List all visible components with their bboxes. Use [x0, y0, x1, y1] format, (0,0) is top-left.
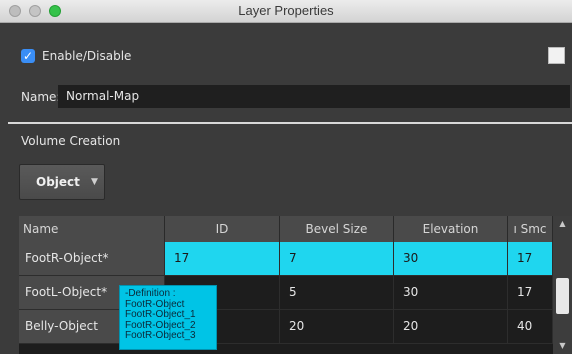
enable-checkbox[interactable]: ✓ [21, 49, 35, 63]
table-cell-bevel-size[interactable]: 7 [280, 242, 394, 276]
volume-mode-dropdown[interactable]: Object ▼ [19, 164, 105, 200]
enable-label: Enable/Disable [42, 49, 132, 63]
volume-creation-label: Volume Creation [21, 134, 121, 148]
window-title: Layer Properties [238, 3, 334, 18]
scroll-up-arrow-icon[interactable]: ▲ [553, 216, 572, 232]
column-header-id[interactable]: ID [165, 216, 280, 242]
definition-tooltip: -Definition : FootR-Object FootR-Object_… [119, 285, 217, 350]
scroll-down-arrow-icon[interactable]: ▼ [553, 338, 572, 354]
column-header-elevation[interactable]: Elevation [394, 216, 508, 242]
dropdown-arrow-icon: ▼ [91, 177, 98, 187]
table-cell-id[interactable]: 17 [165, 242, 280, 276]
table-cell-smooth[interactable]: 17 [508, 242, 553, 276]
title-bar[interactable]: Layer Properties [0, 0, 572, 23]
table-row-name[interactable]: FootR-Object* [19, 242, 165, 276]
column-header-name[interactable]: Name [19, 216, 165, 242]
layer-color-swatch[interactable] [548, 47, 565, 64]
scrollbar-thumb[interactable] [556, 278, 569, 314]
table-cell-elevation[interactable]: 20 [394, 310, 508, 344]
column-header-smooth[interactable]: ı Smc [508, 216, 553, 242]
volume-table: Name ID Bevel Size Elevation ı Smc FootR… [19, 216, 572, 354]
table-cell-smooth[interactable]: 40 [508, 310, 553, 344]
table-cell-bevel-size[interactable]: 5 [280, 276, 394, 310]
table-cell-elevation[interactable]: 30 [394, 242, 508, 276]
tooltip-line: FootR-Object_3 [125, 330, 196, 341]
column-header-bevel-size[interactable]: Bevel Size [280, 216, 394, 242]
name-field[interactable]: Normal-Map [58, 85, 570, 108]
table-cell-smooth[interactable]: 17 [508, 276, 553, 310]
tooltip-line: FootR-Object_1 [125, 309, 196, 320]
name-label: Name: [21, 90, 61, 104]
section-divider [8, 122, 572, 124]
layer-properties-window: Layer Properties ✓ Enable/Disable Name: … [0, 0, 572, 354]
enable-toggle[interactable]: ✓ Enable/Disable [21, 48, 131, 64]
tooltip-line: -Definition : [125, 288, 176, 299]
table-cell-bevel-size[interactable]: 20 [280, 310, 394, 344]
volume-mode-value: Object [36, 175, 80, 189]
table-cell-elevation[interactable]: 30 [394, 276, 508, 310]
